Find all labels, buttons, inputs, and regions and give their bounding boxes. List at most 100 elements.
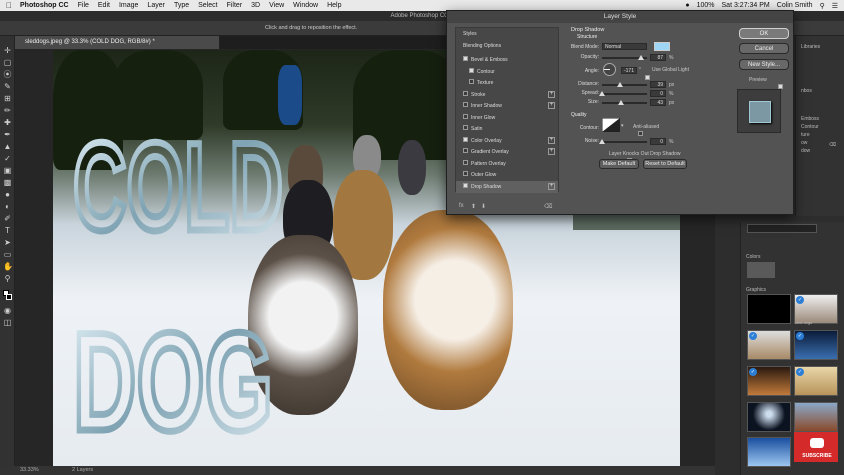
size-slider-knob[interactable] xyxy=(618,100,625,105)
add-effect-icon[interactable]: + xyxy=(548,136,555,144)
effect-checkbox[interactable] xyxy=(463,90,468,96)
effect-inner-glow[interactable]: Inner Glow xyxy=(456,112,558,124)
add-effect-icon[interactable]: + xyxy=(548,90,555,98)
effect-drop-shadow[interactable]: Drop Shadow + xyxy=(456,180,558,193)
reset-default-button[interactable]: Reset to Default xyxy=(643,159,687,169)
shadow-color-swatch[interactable] xyxy=(654,42,670,51)
document-tab[interactable]: sleddogs.jpeg @ 33.3% (COLD DOG, RGB/8#)… xyxy=(15,36,220,49)
opacity-slider[interactable] xyxy=(602,55,647,60)
list-icon[interactable]: ☰ xyxy=(832,2,838,10)
size-slider[interactable] xyxy=(602,100,647,105)
effect-checkbox[interactable] xyxy=(463,113,468,119)
blur-tool-icon[interactable]: ● xyxy=(3,190,12,199)
menu-view[interactable]: View xyxy=(269,2,284,9)
blending-options-item[interactable]: Blending Options xyxy=(456,40,558,52)
size-input[interactable]: 43 xyxy=(650,99,666,106)
menu-3d[interactable]: 3D xyxy=(251,2,260,9)
distance-slider-knob[interactable] xyxy=(616,82,623,87)
move-down-icon[interactable]: ⬇ xyxy=(481,203,486,210)
noise-input[interactable]: 0 xyxy=(650,138,666,145)
wifi-icon[interactable]: ● xyxy=(685,2,689,9)
effect-outer-glow[interactable]: Outer Glow xyxy=(456,169,558,181)
effect-checkbox[interactable] xyxy=(463,56,468,62)
menu-filter[interactable]: Filter xyxy=(227,2,243,9)
add-effect-icon[interactable]: + xyxy=(548,182,555,190)
eyedropper-tool-icon[interactable]: ✏ xyxy=(3,106,12,115)
doc-info[interactable]: 2 Layers xyxy=(72,466,93,475)
panel-row[interactable]: ture xyxy=(801,132,810,138)
effect-checkbox[interactable] xyxy=(463,102,468,108)
menu-edit[interactable]: Edit xyxy=(98,2,110,9)
shape-tool-icon[interactable]: ▭ xyxy=(3,250,12,259)
cancel-button[interactable]: Cancel xyxy=(739,43,789,54)
trash-icon[interactable]: ⌫ xyxy=(829,142,836,148)
effect-checkbox[interactable] xyxy=(463,159,468,165)
noise-slider-knob[interactable] xyxy=(599,139,605,144)
hand-tool-icon[interactable]: ✋ xyxy=(3,262,13,271)
crop-tool-icon[interactable]: ⊞ xyxy=(3,94,12,103)
gradient-tool-icon[interactable]: ▩ xyxy=(3,178,12,187)
app-menu[interactable]: Photoshop CC xyxy=(20,2,69,9)
spread-slider[interactable] xyxy=(599,91,647,96)
angle-dial[interactable] xyxy=(603,63,616,76)
move-tool-icon[interactable]: ✛ xyxy=(3,46,12,55)
zoom-tool-icon[interactable]: ⚲ xyxy=(3,274,12,283)
effect-checkbox[interactable] xyxy=(463,125,468,131)
library-thumb[interactable] xyxy=(747,437,791,467)
effect-checkbox[interactable] xyxy=(463,136,468,142)
library-thumb[interactable] xyxy=(794,402,838,432)
effect-inner-shadow[interactable]: Inner Shadow + xyxy=(456,100,558,112)
delete-effect-icon[interactable]: ⌫ xyxy=(544,203,552,210)
eraser-tool-icon[interactable]: ▣ xyxy=(3,166,12,175)
menu-help[interactable]: Help xyxy=(327,2,341,9)
new-style-button[interactable]: New Style... xyxy=(739,59,789,70)
effect-stroke[interactable]: Stroke + xyxy=(456,89,558,101)
add-effect-icon[interactable]: + xyxy=(548,102,555,109)
effect-gradient-overlay[interactable]: Gradient Overlay + xyxy=(456,146,558,158)
noise-slider[interactable] xyxy=(599,139,647,144)
menu-layer[interactable]: Layer xyxy=(147,2,165,9)
panel-row[interactable]: Emboss xyxy=(801,116,819,122)
clock[interactable]: Sat 3:27:34 PM xyxy=(722,2,770,9)
background-color-swatch[interactable] xyxy=(6,294,12,300)
effect-bevel-emboss[interactable]: Bevel & Emboss xyxy=(456,54,558,66)
marquee-tool-icon[interactable]: ▢ xyxy=(3,58,12,67)
zoom-level[interactable]: 33.33% xyxy=(20,466,39,475)
spread-input[interactable]: 0 xyxy=(650,90,666,97)
effect-checkbox[interactable] xyxy=(463,171,468,177)
opacity-input[interactable]: 87 xyxy=(650,54,666,61)
effect-contour[interactable]: Contour xyxy=(456,66,558,78)
anti-aliased-checkbox[interactable] xyxy=(638,131,644,137)
spread-slider-knob[interactable] xyxy=(599,91,605,96)
battery-value[interactable]: 100% xyxy=(697,2,715,9)
library-thumb[interactable] xyxy=(747,402,791,432)
search-icon[interactable]: ⚲ xyxy=(820,2,825,10)
fx-menu-icon[interactable]: fx xyxy=(459,203,464,209)
contour-picker[interactable] xyxy=(602,118,620,132)
subscribe-badge[interactable]: SUBSCRIBE xyxy=(794,432,838,462)
effect-pattern-overlay[interactable]: Pattern Overlay xyxy=(456,158,558,170)
menu-window[interactable]: Window xyxy=(293,2,318,9)
menu-type[interactable]: Type xyxy=(174,2,189,9)
ok-button[interactable]: OK xyxy=(739,28,789,39)
dodge-tool-icon[interactable]: ◐ xyxy=(3,202,12,211)
stamp-tool-icon[interactable]: ▲ xyxy=(3,142,12,151)
panel-row[interactable]: ow xyxy=(801,140,807,146)
opacity-knob[interactable] xyxy=(638,55,645,60)
distance-slider[interactable] xyxy=(602,82,647,87)
angle-input[interactable]: -171 xyxy=(621,67,637,74)
make-default-button[interactable]: Make Default xyxy=(599,159,639,169)
type-tool-icon[interactable]: T xyxy=(3,226,12,235)
panel-tab[interactable]: Libraries xyxy=(801,44,820,50)
library-select[interactable] xyxy=(747,224,817,233)
panel-row[interactable]: dow xyxy=(801,148,810,154)
history-brush-tool-icon[interactable]: ✓ xyxy=(3,154,12,163)
user-name[interactable]: Colin Smith xyxy=(777,2,813,9)
distance-input[interactable]: 39 xyxy=(650,81,666,88)
quick-select-tool-icon[interactable]: ✎ xyxy=(3,82,12,91)
effect-checkbox[interactable] xyxy=(463,148,468,154)
quick-mask-icon[interactable]: ◉ xyxy=(3,306,12,315)
menu-image[interactable]: Image xyxy=(119,2,138,9)
effect-checkbox[interactable] xyxy=(463,182,468,188)
lasso-tool-icon[interactable]: ⦿ xyxy=(3,70,12,79)
